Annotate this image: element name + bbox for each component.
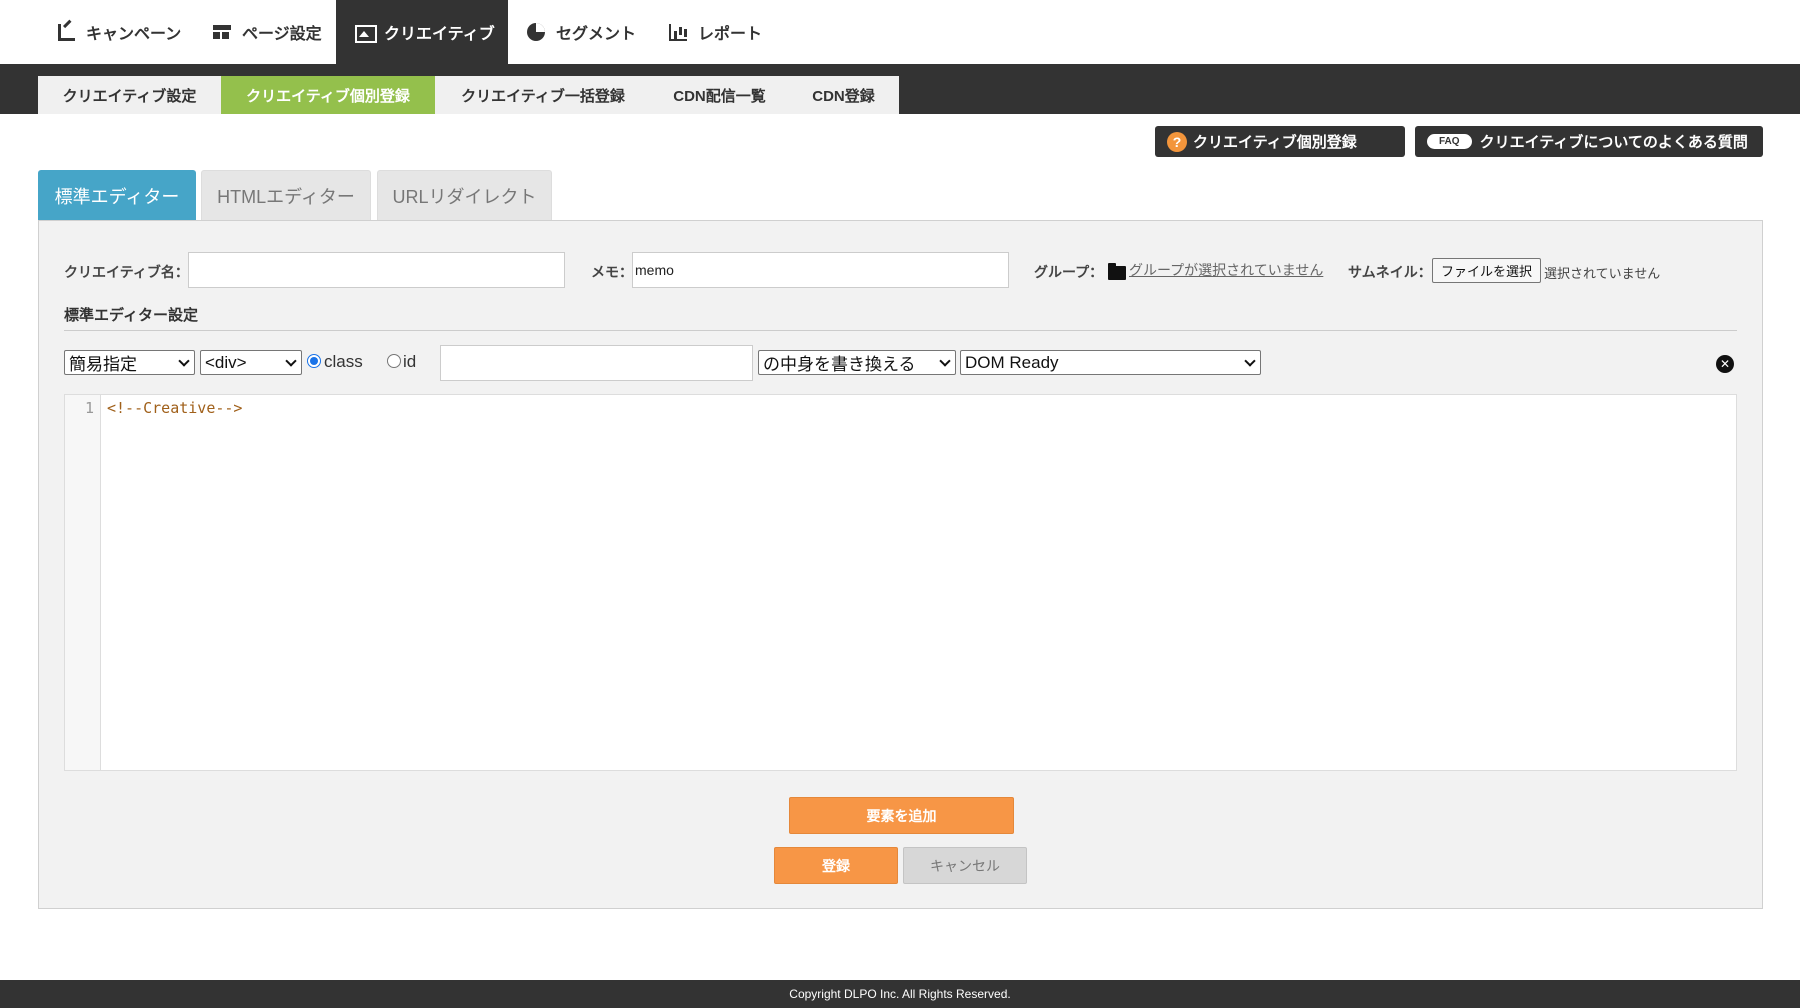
nav-item-label: セグメント xyxy=(556,26,637,43)
nav-item-segment[interactable]: セグメント xyxy=(526,0,636,64)
nav-item-label: レポート xyxy=(698,26,763,43)
chart-line-icon xyxy=(56,22,76,42)
code-line: <!--Creative--> xyxy=(107,399,243,417)
divider xyxy=(64,330,1737,331)
tag-select[interactable]: <div> xyxy=(200,350,302,375)
faq-button-label: クリエイティブについてのよくある質問 xyxy=(1479,134,1748,151)
pie-chart-icon xyxy=(526,22,546,42)
add-element-button[interactable]: 要素を追加 xyxy=(789,797,1014,834)
nav-item-label: キャンペーン xyxy=(86,26,182,43)
sub-tab-bar: クリエイティブ設定 クリエイティブ個別登録 クリエイティブ一括登録 CDN配信一… xyxy=(0,64,1800,114)
subtab-cdn-list[interactable]: CDN配信一覧 xyxy=(651,76,788,114)
file-status-text: 選択されていません xyxy=(1544,266,1661,281)
image-icon xyxy=(354,22,377,43)
top-navigation: キャンペーン ページ設定 クリエイティブ セグメント レポート xyxy=(0,0,1800,64)
layout-icon xyxy=(212,22,232,42)
action-select[interactable]: の中身を書き換える xyxy=(758,350,956,375)
faq-button[interactable]: FAQ クリエイティブについてのよくある質問 xyxy=(1415,126,1763,157)
footer: Copyright DLPO Inc. All Rights Reserved. xyxy=(0,980,1800,1008)
chevron-down-icon xyxy=(285,355,297,367)
class-radio-label: class xyxy=(324,352,363,371)
id-radio[interactable] xyxy=(387,354,401,368)
action-select-value: の中身を書き換える xyxy=(763,355,916,374)
chevron-down-icon xyxy=(939,355,951,367)
line-number: 1 xyxy=(84,399,94,417)
subtab-creative-individual-registration[interactable]: クリエイティブ個別登録 xyxy=(221,76,435,114)
creative-name-input[interactable] xyxy=(188,252,565,288)
file-select-button[interactable]: ファイルを選択 xyxy=(1432,258,1542,283)
help-button-label: クリエイティブ個別登録 xyxy=(1193,134,1357,151)
group-label: グループ： xyxy=(1034,264,1104,280)
selector-input[interactable] xyxy=(440,345,753,381)
line-gutter: 1 xyxy=(65,395,101,770)
bar-chart-icon xyxy=(668,22,688,42)
close-icon[interactable]: ✕ xyxy=(1716,355,1734,373)
subtab-cdn-registration[interactable]: CDN登録 xyxy=(788,76,899,114)
chevron-down-icon xyxy=(1244,355,1256,367)
subtab-creative-settings[interactable]: クリエイティブ設定 xyxy=(38,76,221,114)
register-button[interactable]: 登録 xyxy=(774,847,898,884)
nav-item-campaign[interactable]: キャンペーン xyxy=(56,0,181,64)
class-radio[interactable] xyxy=(307,354,321,368)
copyright-text: Copyright DLPO Inc. All Rights Reserved. xyxy=(789,987,1011,1001)
tab-url-redirect[interactable]: URLリダイレクト xyxy=(377,170,552,220)
nav-item-report[interactable]: レポート xyxy=(668,0,762,64)
tag-select-value: <div> xyxy=(205,352,247,372)
nav-item-label: クリエイティブ xyxy=(384,26,495,43)
chevron-down-icon xyxy=(178,355,190,367)
timing-select-value: DOM Ready xyxy=(965,352,1059,372)
nav-item-page-settings[interactable]: ページ設定 xyxy=(212,0,322,64)
folder-icon xyxy=(1108,263,1126,280)
code-editor[interactable]: 1 <!--Creative--> xyxy=(64,394,1737,771)
id-radio-label: id xyxy=(403,352,417,371)
cancel-button[interactable]: キャンセル xyxy=(903,847,1027,884)
group-select-link[interactable]: グループが選択されていません xyxy=(1129,260,1323,280)
nav-item-label: ページ設定 xyxy=(242,26,322,43)
memo-label: メモ： xyxy=(591,264,633,280)
question-icon: ? xyxy=(1167,131,1187,152)
help-button[interactable]: ? クリエイティブ個別登録 xyxy=(1155,126,1405,157)
memo-input[interactable] xyxy=(632,252,1009,288)
nav-item-creative[interactable]: クリエイティブ xyxy=(336,0,508,64)
tab-standard-editor[interactable]: 標準エディター xyxy=(38,170,196,220)
creative-name-label: クリエイティブ名： xyxy=(64,264,189,280)
timing-select[interactable]: DOM Ready xyxy=(960,350,1261,375)
tab-html-editor[interactable]: HTMLエディター xyxy=(201,170,371,220)
section-title: 標準エディター設定 xyxy=(64,307,198,324)
mode-select[interactable]: 簡易指定 xyxy=(64,350,195,375)
subtab-creative-bulk-registration[interactable]: クリエイティブ一括登録 xyxy=(435,76,651,114)
mode-select-value: 簡易指定 xyxy=(69,355,137,374)
thumbnail-label: サムネイル： xyxy=(1348,264,1432,280)
faq-badge: FAQ xyxy=(1427,134,1472,149)
